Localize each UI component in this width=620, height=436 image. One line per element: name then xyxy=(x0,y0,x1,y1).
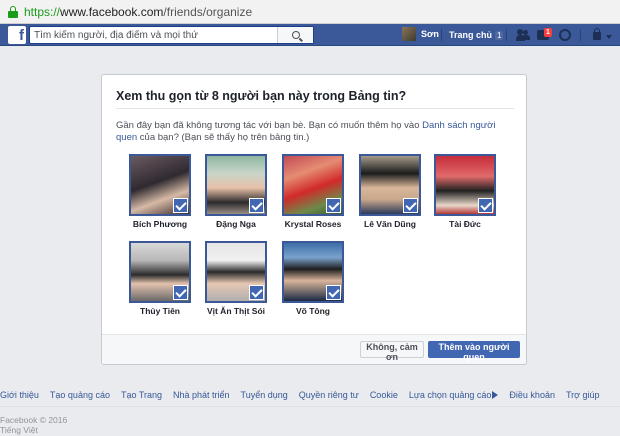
friend-name: Võ Tông xyxy=(296,306,330,316)
friend-card[interactable]: Bích Phương xyxy=(129,154,191,229)
ad-choices-icon xyxy=(492,391,499,399)
privacy-shortcuts-icon[interactable] xyxy=(593,28,601,40)
account-menu-chevron-down-icon[interactable] xyxy=(606,35,612,39)
friend-photo xyxy=(129,154,191,216)
footer-link-create-ad[interactable]: Tạo quảng cáo xyxy=(50,390,110,400)
checkmark-icon[interactable] xyxy=(173,198,188,213)
friend-photo xyxy=(282,154,344,216)
home-label: Trang chủ xyxy=(449,30,493,40)
friend-photo xyxy=(282,241,344,303)
messages-badge: 1 xyxy=(544,28,552,37)
friend-photo xyxy=(205,154,267,216)
dialog-title: Xem thu gọn từ 8 người bạn này trong Bản… xyxy=(116,89,407,103)
secure-lock-icon xyxy=(8,5,18,18)
friend-name: Lê Văn Dũng xyxy=(364,219,416,229)
friend-name: Bích Phương xyxy=(132,219,188,229)
friend-card[interactable]: Võ Tông xyxy=(282,241,344,316)
dialog-description: Gần đây bạn đã không tương tác với bạn b… xyxy=(116,120,496,143)
footer-link-cookies[interactable]: Cookie xyxy=(370,390,398,400)
footer-link-create-page[interactable]: Tạo Trang xyxy=(121,390,162,400)
friend-card[interactable]: Tài Đức xyxy=(434,154,496,229)
profile-link[interactable]: Sơn xyxy=(402,27,439,41)
page-footer: Giới thiệu Tạo quảng cáo Tạo Trang Nhà p… xyxy=(0,380,620,436)
footer-link-privacy[interactable]: Quyền riêng tư xyxy=(299,390,359,400)
acquaintances-dialog: Xem thu gọn từ 8 người bạn này trong Bản… xyxy=(101,74,527,365)
nav-divider xyxy=(506,29,507,41)
add-to-acquaintances-button[interactable]: Thêm vào người quen xyxy=(428,341,520,362)
home-count: 1 xyxy=(495,31,504,40)
facebook-logo[interactable]: f xyxy=(8,26,26,44)
checkmark-icon[interactable] xyxy=(326,198,341,213)
url-text[interactable]: https://www.facebook.com/friends/organiz… xyxy=(24,5,252,19)
cancel-button[interactable]: Không, cảm ơn xyxy=(360,341,424,362)
friend-name: Vịt Ăn Thịt Sói xyxy=(206,306,266,316)
footer-links: Giới thiệu Tạo quảng cáo Tạo Trang Nhà p… xyxy=(0,390,611,400)
copyright-text: Facebook © 2016 xyxy=(0,415,68,425)
notifications-globe-icon[interactable] xyxy=(559,29,571,41)
messages-icon[interactable]: 1 xyxy=(537,28,552,40)
avatar xyxy=(402,27,416,41)
friend-name: Tài Đức xyxy=(449,219,481,229)
friend-card[interactable]: Vịt Ăn Thịt Sói xyxy=(205,241,267,316)
footer-link-terms[interactable]: Điều khoản xyxy=(509,390,555,400)
friend-name: Thủy Tiên xyxy=(140,306,180,316)
user-name: Sơn xyxy=(421,29,439,39)
browser-url-bar[interactable]: https://www.facebook.com/friends/organiz… xyxy=(0,0,620,24)
top-navigation-bar: f Sơn Trang chủ1 1 xyxy=(0,24,620,46)
checkmark-icon[interactable] xyxy=(173,285,188,300)
search-button[interactable] xyxy=(277,27,313,43)
checkmark-icon[interactable] xyxy=(326,285,341,300)
checkmark-icon[interactable] xyxy=(478,198,493,213)
footer-link-about[interactable]: Giới thiệu xyxy=(0,390,39,400)
search-icon xyxy=(291,31,300,39)
checkmark-icon[interactable] xyxy=(249,285,264,300)
footer-link-developers[interactable]: Nhà phát triển xyxy=(173,390,230,400)
dialog-divider xyxy=(116,108,514,109)
footer-divider xyxy=(0,406,620,407)
friend-card[interactable]: Krystal Roses xyxy=(282,154,344,229)
friend-photo xyxy=(129,241,191,303)
checkmark-icon[interactable] xyxy=(403,198,418,213)
footer-link-help[interactable]: Trợ giúp xyxy=(566,390,600,400)
language-link[interactable]: Tiếng Việt xyxy=(0,425,38,435)
friend-name: Krystal Roses xyxy=(284,219,342,229)
search-input[interactable] xyxy=(30,27,270,43)
home-link[interactable]: Trang chủ 1 xyxy=(449,29,504,41)
nav-divider xyxy=(441,29,442,41)
footer-link-careers[interactable]: Tuyển dụng xyxy=(241,390,288,400)
checkmark-icon[interactable] xyxy=(249,198,264,213)
search-box xyxy=(29,26,314,44)
friend-requests-icon[interactable] xyxy=(516,28,530,42)
nav-divider xyxy=(580,29,581,41)
friend-photo xyxy=(205,241,267,303)
friend-card[interactable]: Đặng Nga xyxy=(205,154,267,229)
footer-link-ad-choices[interactable]: Lựa chọn quảng cáo xyxy=(409,390,499,400)
friend-photo xyxy=(434,154,496,216)
dialog-footer: Không, cảm ơn Thêm vào người quen xyxy=(102,334,526,364)
friend-photo xyxy=(359,154,421,216)
friend-card[interactable]: Thủy Tiên xyxy=(129,241,191,316)
friend-name: Đặng Nga xyxy=(216,219,256,229)
friend-card[interactable]: Lê Văn Dũng xyxy=(359,154,421,229)
